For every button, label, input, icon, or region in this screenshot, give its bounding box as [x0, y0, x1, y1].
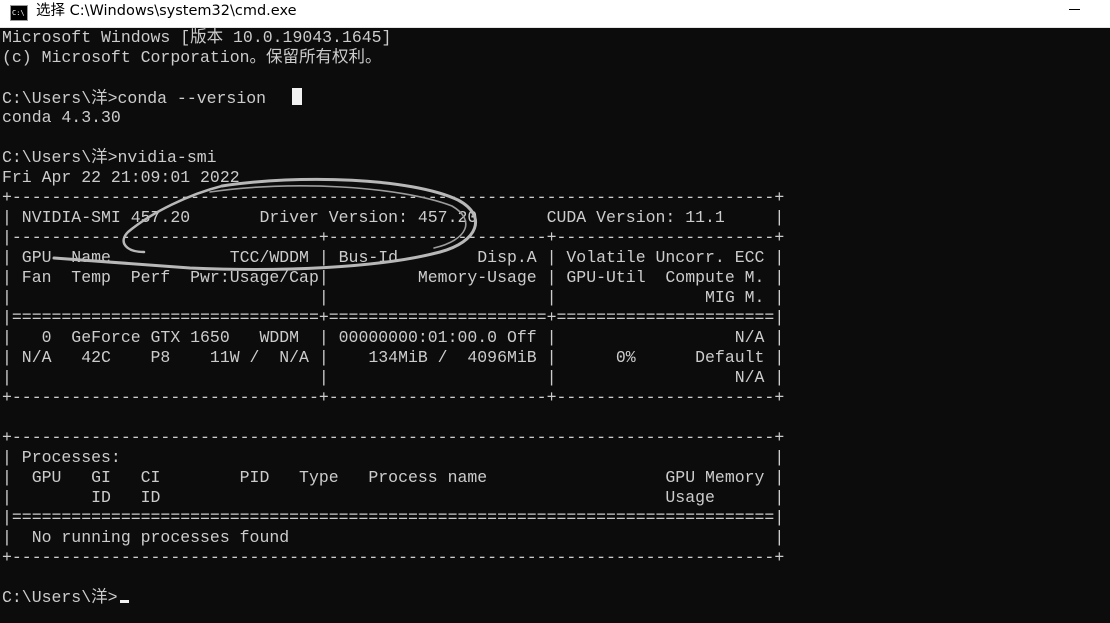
console-line-text: | NVIDIA-SMI 457.20 Driver Version: 457.… [2, 208, 785, 227]
console-line: +---------------------------------------… [2, 548, 784, 568]
console-line-text: | 0 GeForce GTX 1650 WDDM | 00000000:01:… [2, 328, 785, 347]
console-line: +---------------------------------------… [2, 188, 784, 208]
console-app-icon: C:\ [10, 5, 28, 21]
console-line: | GPU GI CI PID Type Process name GPU Me… [2, 468, 784, 488]
console-line: | ID ID Usage | [2, 488, 784, 508]
console-line: |=======================================… [2, 508, 784, 528]
minimize-button[interactable] [1054, 0, 1110, 28]
console-text: Microsoft Windows [版本 10.0.19043.1645] (c… [2, 28, 784, 608]
console-line-text: | No running processes found | [2, 528, 785, 547]
console-line: C:\Users\洋>nvidia-smi [2, 148, 784, 168]
minimize-icon [1069, 9, 1080, 10]
console-line: | | | N/A | [2, 368, 784, 388]
console-line: | No running processes found | [2, 528, 784, 548]
console-line-text: |=======================================… [2, 508, 785, 527]
console-line-text: | GPU GI CI PID Type Process name GPU Me… [2, 468, 785, 487]
console-output-area[interactable]: Microsoft Windows [版本 10.0.19043.1645] (c… [0, 28, 1110, 623]
window-title: 选择 C:\Windows\system32\cmd.exe [36, 3, 297, 19]
console-line-text: Microsoft Windows [版本 10.0.19043.1645] [2, 28, 392, 47]
console-line-text: C:\Users\洋>conda --version [2, 89, 267, 108]
console-line-text: | | | N/A | [2, 368, 785, 387]
console-line: | 0 GeForce GTX 1650 WDDM | 00000000:01:… [2, 328, 784, 348]
prompt-cursor [119, 600, 129, 603]
console-line-text: |-------------------------------+-------… [2, 228, 785, 247]
console-line-text: +---------------------------------------… [2, 428, 785, 447]
console-line: | NVIDIA-SMI 457.20 Driver Version: 457.… [2, 208, 784, 228]
console-line: +-------------------------------+-------… [2, 388, 784, 408]
console-line-text: | Processes: | [2, 448, 785, 467]
console-line-text: Fri Apr 22 21:09:01 2022 [2, 168, 240, 187]
console-line-text: | N/A 42C P8 11W / N/A | 134MiB / 4096Mi… [2, 348, 785, 367]
console-line-text: | Fan Temp Perf Pwr:Usage/Cap| Memory-Us… [2, 268, 785, 287]
console-line-text: | ID ID Usage | [2, 488, 785, 507]
console-line: |===============================+=======… [2, 308, 784, 328]
cmd-window: C:\ 选择 C:\Windows\system32\cmd.exe Micro… [0, 0, 1110, 623]
text-cursor [292, 88, 303, 105]
console-line: |-------------------------------+-------… [2, 228, 784, 248]
console-line: | N/A 42C P8 11W / N/A | 134MiB / 4096Mi… [2, 348, 784, 368]
console-line-text: |===============================+=======… [2, 308, 785, 327]
console-line: | Fan Temp Perf Pwr:Usage/Cap| Memory-Us… [2, 268, 784, 288]
console-line-text: +---------------------------------------… [2, 188, 785, 207]
console-line-text: C:\Users\洋>nvidia-smi [2, 148, 217, 167]
console-line: C:\Users\洋> [2, 588, 784, 608]
console-line: | Processes: | [2, 448, 784, 468]
console-line-text: +---------------------------------------… [2, 548, 785, 567]
console-line-text: | GPU Name TCC/WDDM | Bus-Id Disp.A | Vo… [2, 248, 785, 267]
console-line: conda 4.3.30 [2, 108, 784, 128]
console-line: Fri Apr 22 21:09:01 2022 [2, 168, 784, 188]
console-line: | | | MIG M. | [2, 288, 784, 308]
console-line: +---------------------------------------… [2, 428, 784, 448]
console-line-text: +-------------------------------+-------… [2, 388, 785, 407]
console-line-text: conda 4.3.30 [2, 108, 121, 127]
console-line-text: | | | MIG M. | [2, 288, 785, 307]
console-line-text: C:\Users\洋> [2, 588, 118, 607]
title-bar[interactable]: C:\ 选择 C:\Windows\system32\cmd.exe [0, 0, 1110, 28]
console-line: (c) Microsoft Corporation。保留所有权利。 [2, 48, 784, 68]
console-line: C:\Users\洋>conda --version [2, 88, 784, 108]
console-line: Microsoft Windows [版本 10.0.19043.1645] [2, 28, 784, 48]
console-line-text: (c) Microsoft Corporation。保留所有权利。 [2, 48, 382, 67]
console-line: | GPU Name TCC/WDDM | Bus-Id Disp.A | Vo… [2, 248, 784, 268]
